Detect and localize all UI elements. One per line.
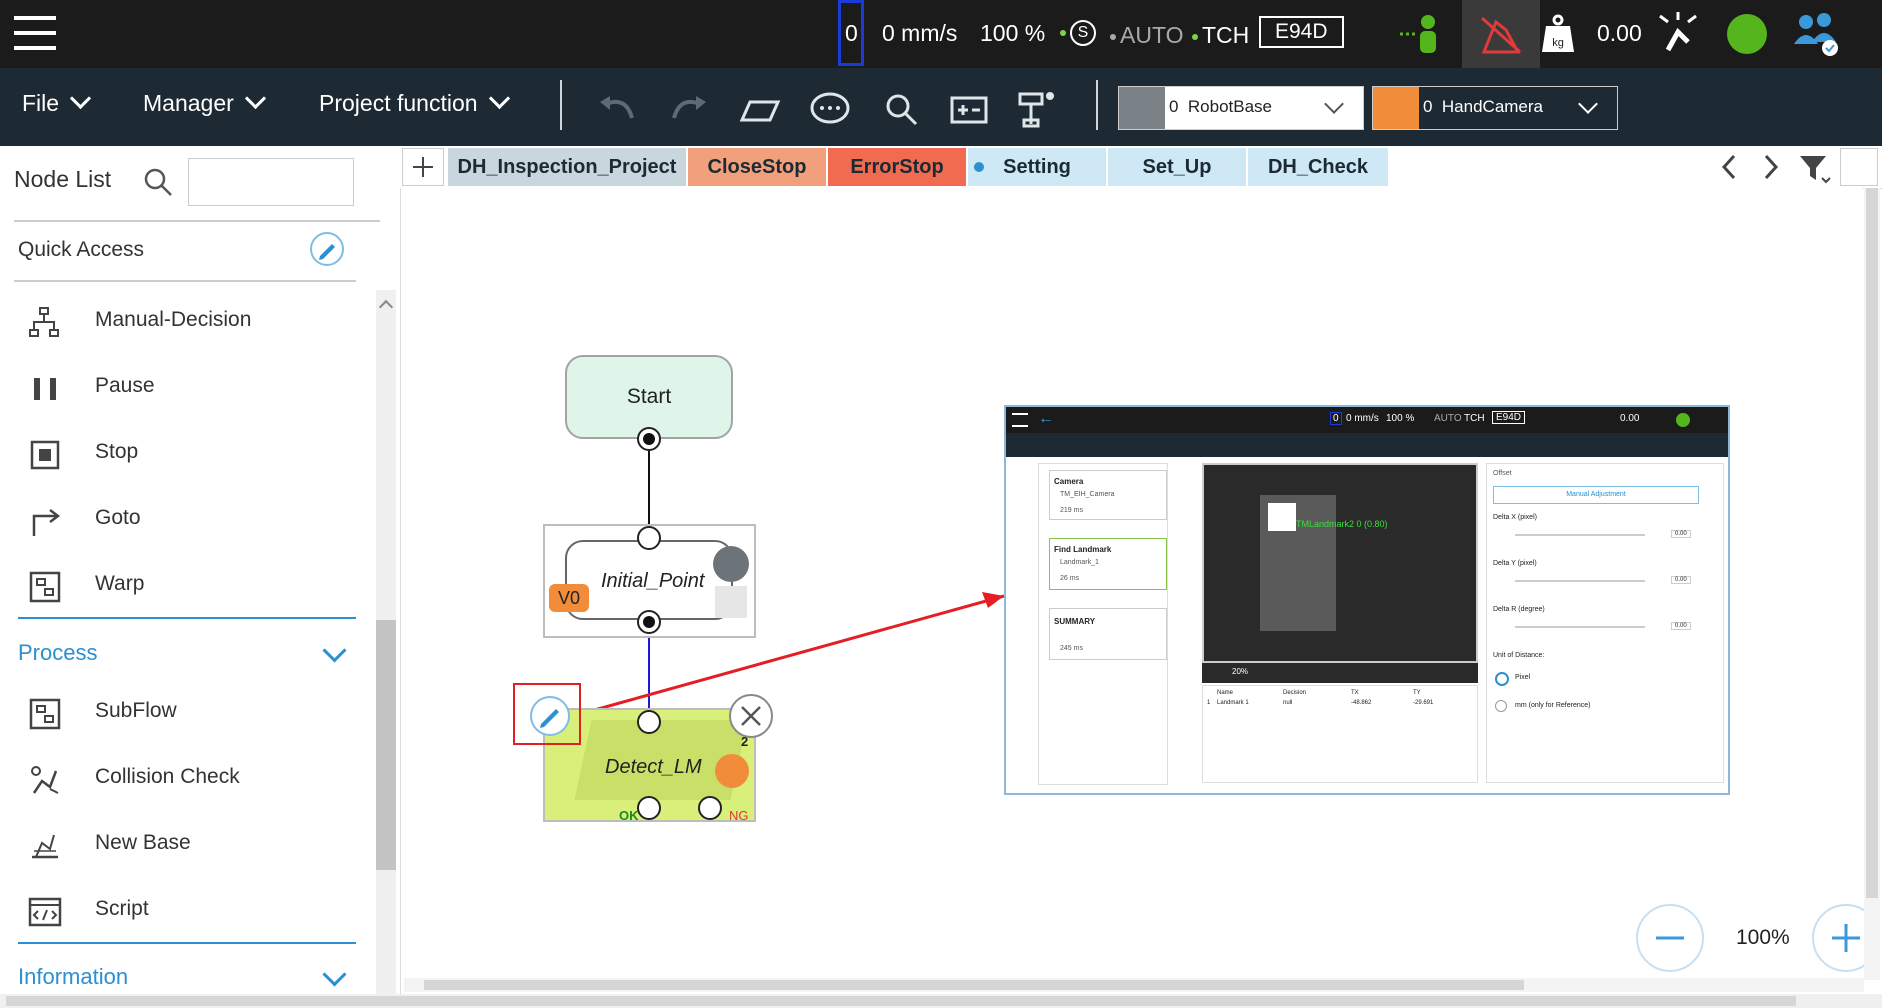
inset-td: -48.862 — [1351, 700, 1372, 706]
close-icon — [741, 706, 761, 726]
inset-delta-r-slider — [1515, 626, 1645, 628]
canvas-horizontal-scrollbar[interactable] — [404, 978, 1864, 992]
inset-td: -29.691 — [1413, 700, 1434, 706]
inset-delta-x-value: 0.00 — [1671, 530, 1691, 538]
scrollbar-thumb[interactable] — [6, 996, 1796, 1006]
detect-lm-ok-port[interactable] — [637, 796, 661, 820]
inset-result-table: Name Decision TX TY 1 Landmark 1 null -4… — [1202, 685, 1478, 783]
vision-job-preview: ← 0 0 mm/s 100 % AUTO TCH E94D 0.00 Came… — [1004, 405, 1730, 795]
inset-delta-y-value: 0.00 — [1671, 576, 1691, 584]
inset-tch: TCH — [1464, 413, 1485, 424]
inset-camera-image: TMLandmark2 0 (0.80) — [1202, 463, 1478, 663]
inset-auto: AUTO — [1434, 413, 1462, 424]
inset-step-title: Camera — [1054, 477, 1084, 486]
initial-point-input-port[interactable] — [637, 526, 661, 550]
inset-td: Landmark 1 — [1217, 700, 1249, 706]
inset-delta-x-label: Delta X (pixel) — [1493, 514, 1537, 521]
initial-point-output-port[interactable] — [637, 610, 661, 634]
inset-td: null — [1283, 700, 1293, 706]
inset-step-sub: Landmark_1 — [1060, 559, 1099, 566]
inset-delta-r-value: 0.00 — [1671, 622, 1691, 630]
inset-percent: 100 % — [1386, 413, 1415, 424]
inset-toolbar — [1006, 433, 1728, 457]
point-path-icon — [715, 586, 747, 618]
inset-step-time: 219 ms — [1060, 507, 1083, 514]
inset-step-sub: TM_EIH_Camera — [1060, 491, 1115, 498]
canvas-vertical-scrollbar[interactable] — [1864, 188, 1880, 980]
inset-offset-panel: Offset Manual Adjustment Delta X (pixel)… — [1486, 463, 1724, 783]
detect-lm-label: Detect_LM — [605, 756, 702, 778]
inset-status-light — [1676, 413, 1690, 427]
window-horizontal-scrollbar[interactable] — [0, 994, 1882, 1008]
initial-point-label: Initial_Point — [601, 570, 705, 592]
inset-zoom-value: 20% — [1232, 667, 1249, 676]
inset-step-camera: Camera TM_EIH_Camera 219 ms — [1049, 470, 1167, 520]
ng-label: NG — [729, 808, 749, 823]
inset-steps-panel: Camera TM_EIH_Camera 219 ms Find Landmar… — [1038, 463, 1168, 785]
ok-label: OK — [619, 808, 639, 823]
inset-step-time: 26 ms — [1060, 575, 1080, 582]
zoom-level: 100% — [1736, 926, 1790, 949]
inset-step-title: SUMMARY — [1054, 617, 1096, 626]
inset-overlay-text: TMLandmark2 0 (0.80) — [1296, 519, 1388, 529]
inset-unit-label: Unit of Distance: — [1493, 652, 1545, 659]
detect-lm-input-port[interactable] — [637, 710, 661, 734]
minus-icon — [1656, 936, 1684, 940]
inset-offset-label: Offset — [1493, 470, 1512, 477]
inset-step-landmark: Find Landmark Landmark_1 26 ms — [1049, 538, 1167, 590]
inset-delta-x-slider — [1515, 534, 1645, 536]
inset-step-time: 245 ms — [1060, 645, 1083, 652]
inset-landmark-marker — [1268, 503, 1296, 531]
scrollbar-thumb[interactable] — [424, 980, 1524, 990]
inset-delta-y-slider — [1515, 580, 1645, 582]
inset-th: TX — [1351, 690, 1359, 696]
inset-th: Decision — [1283, 690, 1307, 696]
inset-hamburger-icon — [1012, 413, 1028, 427]
inset-step-summary: SUMMARY 245 ms — [1049, 608, 1167, 660]
inset-code: E94D — [1492, 411, 1526, 424]
vision-icon — [715, 754, 749, 788]
inset-image-toolbar: 20% — [1202, 663, 1478, 683]
inset-speed: 0 mm/s — [1346, 413, 1379, 424]
inset-th: TY — [1413, 690, 1421, 696]
inset-manual-adjustment: Manual Adjustment — [1493, 486, 1699, 504]
inset-step-title: Find Landmark — [1054, 545, 1112, 554]
detect-lm-ng-port[interactable] — [698, 796, 722, 820]
inset-unit-mm: mm (only for Reference) — [1515, 702, 1591, 709]
inset-delta-r-label: Delta R (degree) — [1493, 606, 1545, 613]
inset-payload: 0.00 — [1620, 413, 1640, 424]
inset-td: 1 — [1207, 700, 1211, 706]
point-badge: V0 — [549, 584, 589, 612]
node-edit-button[interactable] — [530, 696, 570, 736]
inset-radio-mm — [1495, 700, 1507, 712]
node-delete-button[interactable] — [729, 694, 773, 738]
inset-back-icon: ← — [1038, 410, 1054, 427]
pencil-icon — [540, 709, 559, 728]
camera-point-icon — [713, 546, 749, 582]
inset-th: Name — [1217, 690, 1234, 696]
inset-counter: 0 — [1330, 412, 1342, 425]
zoom-out-button[interactable] — [1636, 904, 1704, 972]
inset-delta-y-label: Delta Y (pixel) — [1493, 560, 1537, 567]
start-node-label: Start — [626, 385, 672, 408]
inset-unit-pixel: Pixel — [1515, 674, 1531, 681]
inset-radio-pixel — [1495, 672, 1509, 686]
scrollbar-thumb[interactable] — [1866, 188, 1878, 898]
start-output-port[interactable] — [637, 427, 661, 451]
